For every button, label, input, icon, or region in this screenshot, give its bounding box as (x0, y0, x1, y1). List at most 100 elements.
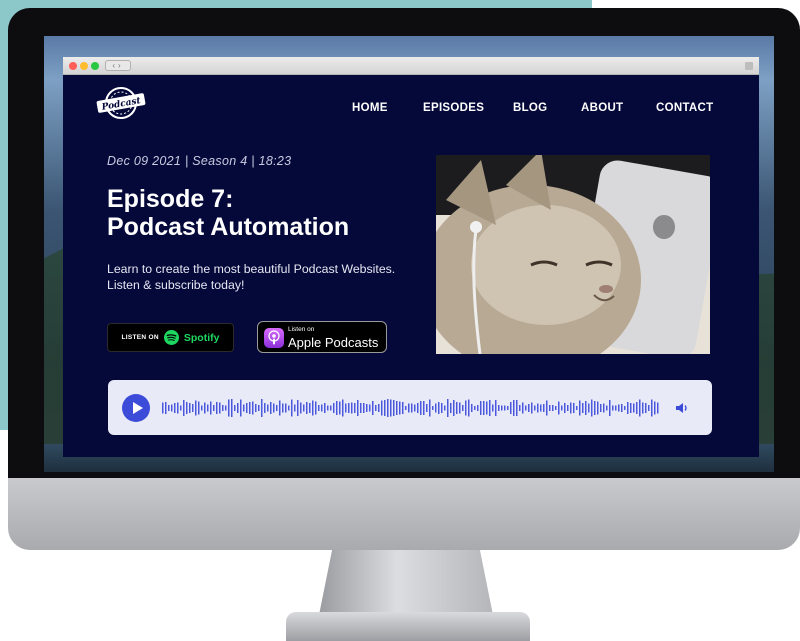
spotify-badge[interactable]: LISTEN ON Spotify (107, 323, 234, 352)
waveform-bar (297, 400, 299, 416)
waveform-bar (585, 401, 587, 415)
waveform-bar (531, 402, 533, 414)
waveform-bar (477, 405, 479, 411)
waveform-bar (474, 406, 476, 410)
waveform-bar (345, 403, 347, 413)
waveform-bar (219, 402, 221, 414)
podcast-logo[interactable]: Podcast (94, 85, 148, 121)
waveform-bar (354, 403, 356, 413)
waveform-bar (171, 404, 173, 412)
waveform-bar (201, 405, 203, 411)
waveform-bar (420, 401, 422, 415)
waveform-bar (363, 403, 365, 413)
waveform-bar (645, 403, 647, 413)
waveform-bar (438, 402, 440, 414)
waveform-bar (162, 402, 164, 414)
waveform-bar (327, 405, 329, 411)
waveform-bar (231, 399, 233, 417)
minimize-window-button[interactable] (80, 62, 88, 70)
audio-player (108, 380, 712, 435)
waveform-bar (540, 404, 542, 412)
waveform-bar (174, 403, 176, 413)
waveform-bar (228, 399, 230, 417)
waveform-bar (339, 401, 341, 415)
waveform-bar (519, 405, 521, 411)
waveform-bar (357, 400, 359, 416)
volume-icon[interactable] (674, 400, 690, 416)
waveform-bar (198, 401, 200, 415)
waveform-bar (333, 403, 335, 413)
waveform-bar (369, 404, 371, 412)
close-window-button[interactable] (69, 62, 77, 70)
waveform-bar (552, 405, 554, 411)
waveform-bar (528, 404, 530, 412)
nav-episodes[interactable]: EPISODES (423, 102, 484, 114)
apple-podcasts-badge[interactable]: Listen on Apple Podcasts (257, 321, 387, 353)
waveform-bar (216, 402, 218, 414)
episode-description: Learn to create the most beautiful Podca… (107, 262, 396, 292)
monitor-stand-neck (318, 550, 494, 620)
waveform-bar (657, 402, 659, 414)
waveform-bar (309, 403, 311, 413)
waveform-bar (561, 405, 563, 411)
nav-blog[interactable]: BLOG (513, 102, 547, 114)
waveform-bar (648, 405, 650, 411)
waveform-bar (516, 400, 518, 416)
waveform-bar (399, 401, 401, 415)
waveform-bar (567, 405, 569, 411)
spotify-badge-prefix: LISTEN ON (121, 334, 159, 341)
waveform-bar (336, 401, 338, 415)
waveform-bar (189, 403, 191, 413)
back-forward-buttons[interactable]: ‹› (105, 60, 131, 71)
waveform-bar (366, 404, 368, 412)
nav-home[interactable]: HOME (352, 102, 388, 114)
nav-contact[interactable]: CONTACT (656, 102, 713, 114)
waveform-bar (654, 401, 656, 415)
monitor-stand-base (286, 612, 530, 641)
waveform-bar (402, 402, 404, 414)
play-icon[interactable] (122, 394, 150, 422)
waveform-bar (255, 404, 257, 412)
waveform-bar (435, 403, 437, 413)
waveform-bar (195, 400, 197, 416)
waveform-bar (222, 405, 224, 411)
waveform-bar (312, 400, 314, 416)
waveform-bar (375, 405, 377, 411)
waveform-bar (627, 402, 629, 414)
waveform-bar (588, 403, 590, 413)
waveform-bar (408, 403, 410, 413)
waveform-bar (384, 400, 386, 416)
waveform-bar (273, 403, 275, 413)
episode-title-line1: Episode 7: (107, 185, 234, 213)
waveform-bar (498, 405, 500, 411)
waveform-bar (525, 405, 527, 411)
waveform-bar (351, 402, 353, 414)
waveform-bar (639, 399, 641, 417)
waveform-bar (360, 403, 362, 413)
waveform-bar (507, 406, 509, 410)
waveform-bar (237, 403, 239, 413)
waveform-bar (393, 400, 395, 416)
apple-podcasts-icon (264, 328, 284, 348)
waveform-bar (243, 404, 245, 412)
waveform-bar (459, 402, 461, 414)
nav-about[interactable]: ABOUT (581, 102, 623, 114)
stage: ‹› Podcast HOME EPISODES BLOG ABOUT CONT… (0, 0, 800, 641)
waveform-bar (543, 404, 545, 412)
waveform-bar (486, 401, 488, 415)
episode-title: Episode 7: Podcast Automation (107, 185, 349, 241)
apple-badge-prefix: Listen on (288, 326, 315, 333)
browser-titlebar: ‹› (63, 57, 759, 75)
waveform-bar (165, 402, 167, 414)
waveform-bar (417, 403, 419, 413)
maximize-window-button[interactable] (91, 62, 99, 70)
audio-waveform-scrubber[interactable] (162, 392, 660, 424)
waveform-bar (261, 399, 263, 417)
waveform-bar (513, 400, 515, 416)
waveform-bar (423, 401, 425, 415)
waveform-bar (453, 400, 455, 416)
waveform-bar (555, 406, 557, 410)
waveform-bar (582, 403, 584, 413)
titlebar-control[interactable] (745, 62, 753, 70)
waveform-bar (597, 401, 599, 415)
